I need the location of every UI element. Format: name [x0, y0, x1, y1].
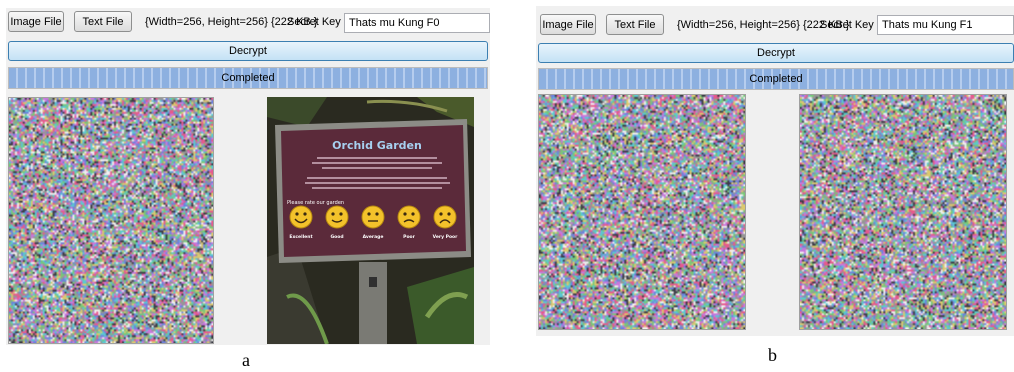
rating-face-average: Average: [361, 205, 385, 240]
secret-key-label: Secret Key :: [820, 19, 880, 31]
rating-label: Average: [363, 234, 384, 240]
decrypted-noise-image: [800, 95, 1006, 329]
decrypted-photo: Orchid Garden Please rate our garden Exc…: [267, 97, 474, 344]
rating-label: Very Poor: [433, 234, 458, 240]
sign-title: Orchid Garden: [332, 139, 422, 152]
decrypt-button[interactable]: Decrypt: [8, 41, 488, 61]
encrypted-image-preview: [8, 97, 214, 344]
progress-bar: Completed: [8, 67, 488, 89]
rating-label: Excellent: [289, 234, 313, 240]
rating-face-very-poor: Very Poor: [433, 205, 458, 240]
progress-label: Completed: [221, 72, 275, 84]
progress-bar: Completed: [538, 68, 1014, 90]
rating-label: Good: [330, 234, 343, 240]
secret-key-input[interactable]: Thats mu Kung F1: [877, 15, 1014, 35]
image-file-button[interactable]: Image File: [540, 14, 596, 35]
decrypt-button[interactable]: Decrypt: [538, 43, 1014, 63]
caption-b: b: [768, 345, 777, 365]
secret-key-input[interactable]: Thats mu Kung F0: [344, 13, 490, 33]
text-file-button[interactable]: Text File: [74, 11, 132, 32]
image-file-button[interactable]: Image File: [8, 11, 64, 32]
toolbar: Image File Text File {Width=256, Height=…: [536, 6, 1014, 35]
toolbar: Image File Text File {Width=256, Height=…: [6, 8, 490, 36]
encrypted-image-preview: [538, 94, 746, 330]
rating-label: Poor: [403, 234, 415, 240]
rating-face-excellent: Excellent: [289, 205, 313, 240]
panel-a: Image File Text File {Width=256, Height=…: [6, 8, 490, 345]
decrypted-image-preview: [799, 94, 1007, 330]
encrypted-noise-image: [9, 98, 213, 343]
caption-a: a: [242, 350, 250, 370]
text-file-button[interactable]: Text File: [606, 14, 664, 35]
decrypted-image-preview: Orchid Garden Please rate our garden Exc…: [267, 97, 474, 344]
sign-prompt: Please rate our garden: [287, 200, 344, 206]
panel-b: Image File Text File {Width=256, Height=…: [536, 6, 1014, 336]
secret-key-label: Secret Key :: [287, 16, 347, 28]
progress-label: Completed: [749, 73, 803, 85]
encrypted-noise-image: [539, 95, 745, 329]
